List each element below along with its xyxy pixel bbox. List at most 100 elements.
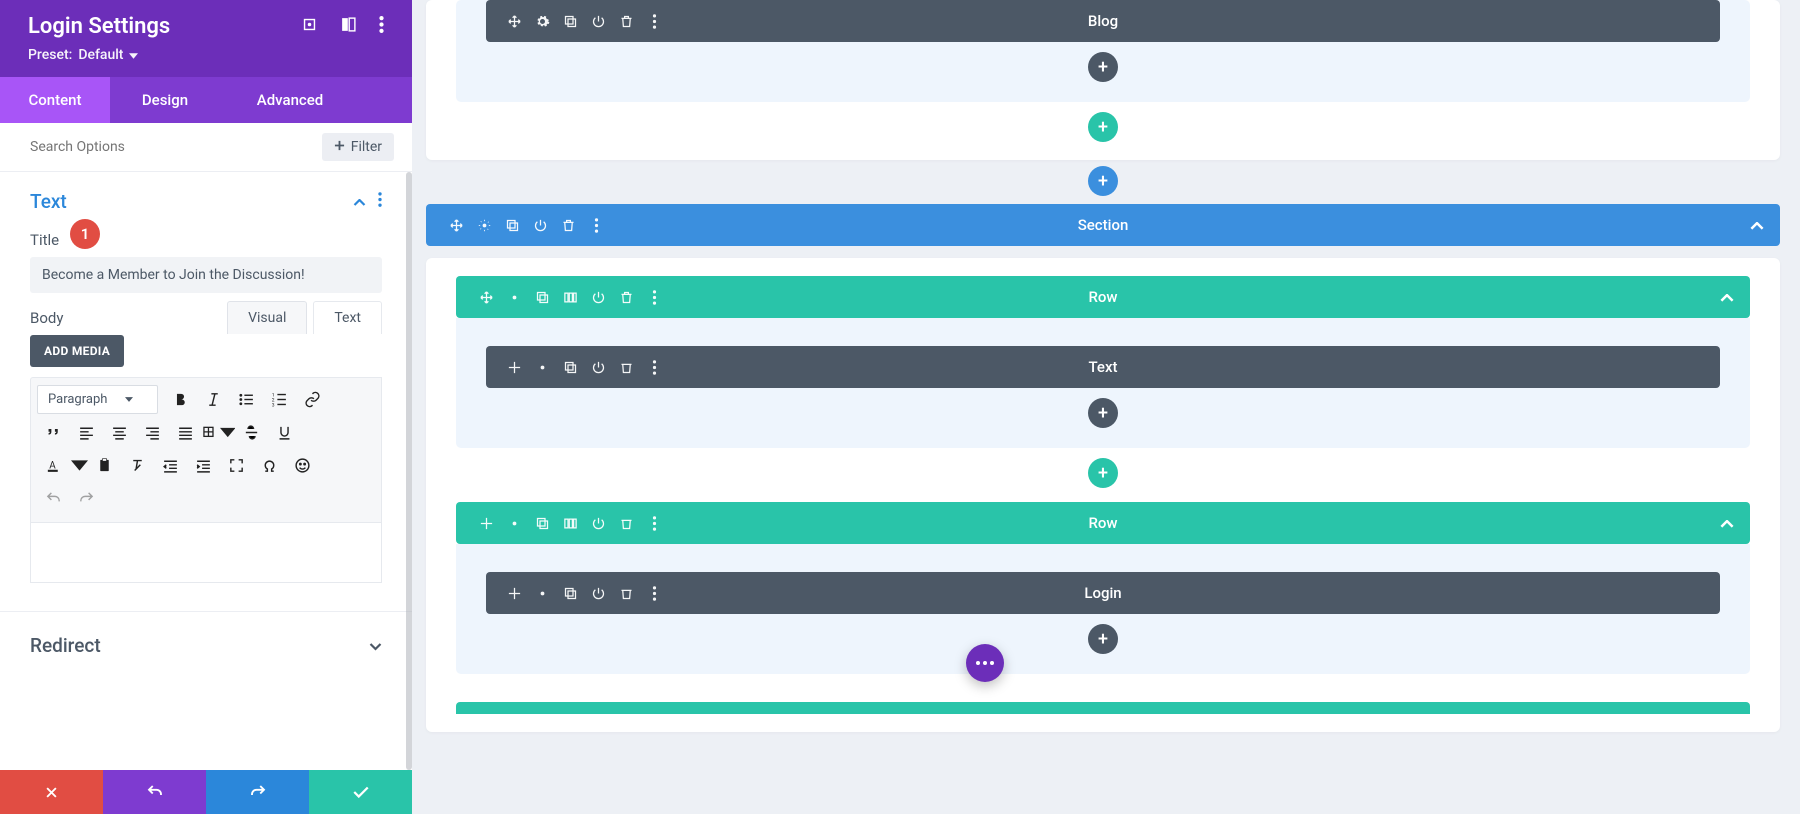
add-module-button[interactable]: +	[1088, 624, 1118, 654]
tab-advanced[interactable]: Advanced	[220, 77, 360, 123]
accordion-redirect[interactable]: Redirect	[0, 611, 412, 679]
color-caret-icon[interactable]	[70, 450, 88, 480]
quote-icon[interactable]	[37, 417, 70, 447]
search-input[interactable]	[30, 139, 322, 155]
kebab-icon[interactable]	[379, 14, 384, 39]
emoji-icon[interactable]	[286, 450, 319, 480]
table-icon[interactable]	[202, 417, 235, 447]
move-icon[interactable]	[500, 7, 528, 35]
duplicate-icon[interactable]	[528, 283, 556, 311]
power-icon[interactable]	[584, 7, 612, 35]
row-bar[interactable]: Row	[456, 502, 1750, 544]
add-media-button[interactable]: ADD MEDIA	[30, 335, 124, 367]
chevron-up-icon[interactable]	[1720, 514, 1734, 533]
gear-icon[interactable]	[528, 7, 556, 35]
kebab-icon[interactable]	[640, 353, 668, 381]
editor-tab-visual[interactable]: Visual	[227, 301, 307, 334]
fullscreen-icon[interactable]	[220, 450, 253, 480]
outdent-icon[interactable]	[154, 450, 187, 480]
align-right-icon[interactable]	[136, 417, 169, 447]
title-input[interactable]	[30, 257, 382, 293]
trash-icon[interactable]	[612, 283, 640, 311]
format-select[interactable]: Paragraph	[37, 385, 158, 414]
align-left-icon[interactable]	[70, 417, 103, 447]
module-bar-login[interactable]: Login	[486, 572, 1720, 614]
duplicate-icon[interactable]	[498, 211, 526, 239]
duplicate-icon[interactable]	[528, 509, 556, 537]
trash-icon[interactable]	[612, 509, 640, 537]
cancel-button[interactable]	[0, 770, 103, 814]
text-color-icon[interactable]: A	[37, 450, 70, 480]
trash-icon[interactable]	[612, 7, 640, 35]
gear-icon[interactable]	[470, 211, 498, 239]
filter-button[interactable]: Filter	[322, 133, 394, 161]
align-center-icon[interactable]	[103, 417, 136, 447]
module-bar-text[interactable]: Text	[486, 346, 1720, 388]
power-icon[interactable]	[584, 353, 612, 381]
power-icon[interactable]	[584, 283, 612, 311]
chevron-up-icon[interactable]	[1750, 216, 1764, 235]
columns-icon[interactable]	[556, 509, 584, 537]
kebab-icon[interactable]	[378, 192, 382, 211]
gear-icon[interactable]	[528, 579, 556, 607]
power-icon[interactable]	[584, 509, 612, 537]
expand-icon[interactable]	[301, 14, 318, 39]
undo-button[interactable]	[103, 770, 206, 814]
add-row-button[interactable]: +	[1088, 112, 1118, 142]
undo-icon[interactable]	[37, 483, 70, 513]
align-justify-icon[interactable]	[169, 417, 202, 447]
italic-icon[interactable]	[197, 384, 230, 414]
editor-tab-text[interactable]: Text	[313, 301, 382, 334]
power-icon[interactable]	[584, 579, 612, 607]
move-icon[interactable]	[472, 509, 500, 537]
trash-icon[interactable]	[612, 579, 640, 607]
redo-button[interactable]	[206, 770, 309, 814]
kebab-icon[interactable]	[640, 283, 668, 311]
underline-icon[interactable]	[268, 417, 301, 447]
chevron-up-icon[interactable]	[1720, 288, 1734, 307]
redo-icon[interactable]	[70, 483, 103, 513]
gear-icon[interactable]	[500, 283, 528, 311]
special-char-icon[interactable]	[253, 450, 286, 480]
power-icon[interactable]	[526, 211, 554, 239]
bold-icon[interactable]	[164, 384, 197, 414]
row-bar[interactable]: Row	[456, 276, 1750, 318]
move-icon[interactable]	[442, 211, 470, 239]
kebab-icon[interactable]	[582, 211, 610, 239]
add-row-button[interactable]: +	[1088, 458, 1118, 488]
move-icon[interactable]	[472, 283, 500, 311]
floating-menu-button[interactable]	[966, 644, 1004, 682]
columns-icon[interactable]	[556, 283, 584, 311]
tab-content[interactable]: Content	[0, 77, 110, 123]
section-bar[interactable]: Section	[426, 204, 1780, 246]
gear-icon[interactable]	[500, 509, 528, 537]
link-icon[interactable]	[296, 384, 329, 414]
tab-design[interactable]: Design	[110, 77, 220, 123]
indent-icon[interactable]	[187, 450, 220, 480]
layout-icon[interactable]	[340, 14, 357, 39]
move-icon[interactable]	[500, 353, 528, 381]
duplicate-icon[interactable]	[556, 579, 584, 607]
kebab-icon[interactable]	[640, 579, 668, 607]
gear-icon[interactable]	[528, 353, 556, 381]
add-section-button[interactable]: +	[1088, 166, 1118, 196]
duplicate-icon[interactable]	[556, 353, 584, 381]
editor-textarea[interactable]	[30, 523, 382, 583]
trash-icon[interactable]	[554, 211, 582, 239]
module-bar-blog[interactable]: Blog	[486, 0, 1720, 42]
accordion-text[interactable]: Text	[0, 172, 412, 223]
kebab-icon[interactable]	[640, 509, 668, 537]
row-bar-partial[interactable]	[456, 702, 1750, 714]
strikethrough-icon[interactable]	[235, 417, 268, 447]
save-button[interactable]	[309, 770, 412, 814]
preset-selector[interactable]: Preset: Default	[28, 47, 384, 63]
paste-icon[interactable]	[88, 450, 121, 480]
bullet-list-icon[interactable]	[230, 384, 263, 414]
add-module-button[interactable]: +	[1088, 398, 1118, 428]
duplicate-icon[interactable]	[556, 7, 584, 35]
add-module-button[interactable]: +	[1088, 52, 1118, 82]
trash-icon[interactable]	[612, 353, 640, 381]
clear-format-icon[interactable]	[121, 450, 154, 480]
numbered-list-icon[interactable]: 123	[263, 384, 296, 414]
kebab-icon[interactable]	[640, 7, 668, 35]
